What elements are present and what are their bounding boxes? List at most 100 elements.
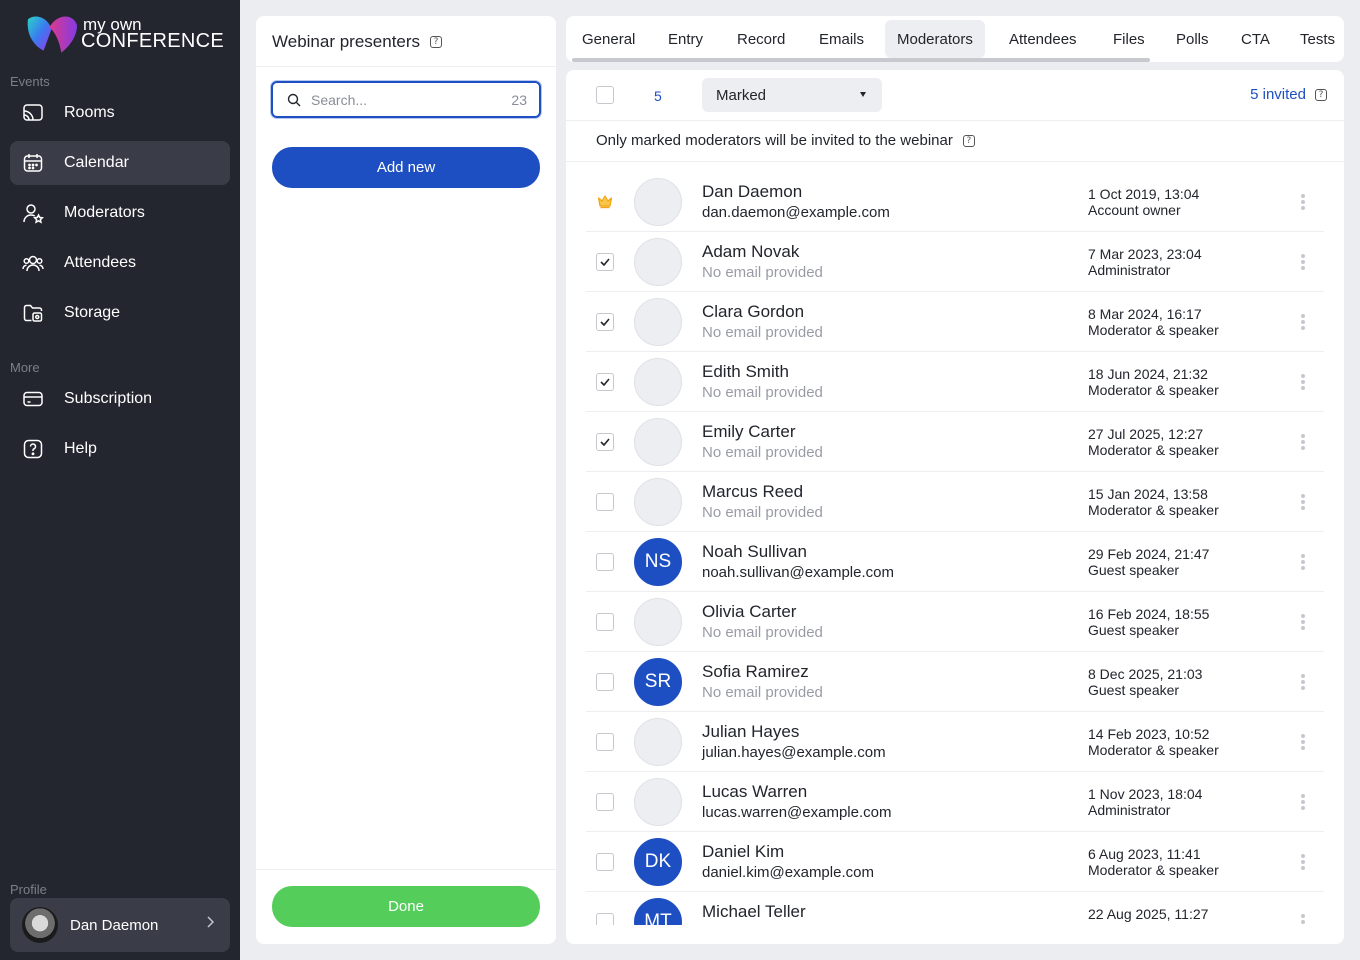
- divider: [256, 869, 556, 870]
- moderator-row[interactable]: Marcus Reed No email provided 15 Jan 2024,…: [586, 472, 1324, 532]
- done-button[interactable]: Done: [272, 886, 540, 927]
- tab-polls[interactable]: Polls: [1164, 20, 1221, 58]
- moderator-email: noah.sullivan@example.com: [702, 564, 894, 581]
- select-all-checkbox[interactable]: [596, 86, 614, 104]
- search-input[interactable]: Search... 23: [271, 81, 541, 118]
- avatar: [634, 598, 682, 646]
- app-logo[interactable]: my own CONFERENCE: [24, 10, 224, 56]
- row-checkbox[interactable]: [596, 913, 614, 925]
- row-checkbox[interactable]: [596, 373, 614, 391]
- avatar: [634, 298, 682, 346]
- check-icon: [600, 378, 610, 386]
- sidebar-item-help[interactable]: Help: [10, 427, 230, 471]
- sidebar-item-moderators[interactable]: Moderators: [10, 191, 230, 235]
- more-options-icon[interactable]: [1296, 192, 1310, 212]
- moderator-date: 6 Aug 2023, 11:41: [1088, 846, 1201, 862]
- moderator-email: No email provided: [702, 444, 823, 461]
- more-options-icon[interactable]: [1296, 672, 1310, 692]
- search-icon: [287, 93, 301, 106]
- sidebar-item-rooms[interactable]: Rooms: [10, 91, 230, 135]
- logo-wordmark: my own CONFERENCE: [81, 16, 224, 51]
- moderator-list: Dan Daemon dan.daemon@example.com 1 Oct 20…: [586, 172, 1324, 925]
- more-options-icon[interactable]: [1296, 492, 1310, 512]
- check-icon: [600, 438, 610, 446]
- row-checkbox[interactable]: [596, 733, 614, 751]
- moderator-date: 8 Dec 2025, 21:03: [1088, 666, 1203, 682]
- logo-mark-icon: [27, 16, 78, 53]
- avatar: NS: [634, 538, 682, 586]
- row-checkbox[interactable]: [596, 433, 614, 451]
- moderator-name: Clara Gordon: [702, 302, 805, 321]
- moderator-row[interactable]: NS Noah Sullivan noah.sullivan@example.com…: [586, 532, 1324, 592]
- more-options-icon[interactable]: [1296, 732, 1310, 752]
- tab-files[interactable]: Files: [1101, 20, 1157, 58]
- tab-cta[interactable]: CTA: [1229, 20, 1282, 58]
- more-options-icon[interactable]: [1296, 432, 1310, 452]
- row-checkbox[interactable]: [596, 313, 614, 331]
- moderator-row[interactable]: MT Michael Teller 22 Aug 2025, 11:27: [586, 892, 1324, 925]
- sidebar-item-subscription[interactable]: Subscription: [10, 377, 230, 421]
- selected-count[interactable]: 5: [654, 88, 662, 104]
- help-icon[interactable]: ?: [1315, 89, 1327, 101]
- row-checkbox[interactable]: [596, 253, 614, 271]
- filter-dropdown[interactable]: Marked: [702, 78, 882, 112]
- moderator-row[interactable]: Emily Carter No email provided 27 Jul 2025…: [586, 412, 1324, 472]
- panel-title: Webinar presenters ?: [272, 32, 443, 52]
- more-options-icon[interactable]: [1296, 252, 1310, 272]
- more-options-icon[interactable]: [1296, 912, 1310, 925]
- more-options-icon[interactable]: [1296, 372, 1310, 392]
- more-options-icon[interactable]: [1296, 852, 1310, 872]
- more-options-icon[interactable]: [1296, 552, 1310, 572]
- moderator-row[interactable]: Julian Hayes julian.hayes@example.com 14 F…: [586, 712, 1324, 772]
- tab-tests[interactable]: Tests: [1288, 20, 1344, 58]
- profile-button[interactable]: Dan Daemon: [10, 898, 230, 952]
- avatar: [22, 907, 58, 943]
- moderator-role: Guest speaker: [1088, 682, 1180, 698]
- tab-moderators[interactable]: Moderators: [885, 20, 985, 58]
- row-checkbox[interactable]: [596, 553, 614, 571]
- tab-record[interactable]: Record: [725, 20, 797, 58]
- users-icon: [22, 252, 44, 274]
- moderator-row[interactable]: Clara Gordon No email provided 8 Mar 2024,…: [586, 292, 1324, 352]
- tab-attendees[interactable]: Attendees: [997, 20, 1089, 58]
- moderator-email: No email provided: [702, 624, 823, 641]
- moderator-email: No email provided: [702, 504, 823, 521]
- row-checkbox[interactable]: [596, 613, 614, 631]
- sidebar-item-attendees[interactable]: Attendees: [10, 241, 230, 285]
- more-options-icon[interactable]: [1296, 792, 1310, 812]
- moderator-row[interactable]: DK Daniel Kim daniel.kim@example.com 6 Aug …: [586, 832, 1324, 892]
- moderator-role: Guest speaker: [1088, 562, 1180, 578]
- moderator-row[interactable]: Lucas Warren lucas.warren@example.com 1 No…: [586, 772, 1324, 832]
- moderator-row[interactable]: Edith Smith No email provided 18 Jun 2024,…: [586, 352, 1324, 412]
- moderator-row[interactable]: Dan Daemon dan.daemon@example.com 1 Oct 20…: [586, 172, 1324, 232]
- add-new-button[interactable]: Add new: [272, 147, 540, 188]
- invited-count-link[interactable]: 5 invited: [1250, 86, 1306, 103]
- tab-entry[interactable]: Entry: [656, 20, 715, 58]
- moderator-row[interactable]: Adam Novak No email provided 7 Mar 2023, 2…: [586, 232, 1324, 292]
- moderator-name: Dan Daemon: [702, 182, 803, 201]
- row-checkbox[interactable]: [596, 853, 614, 871]
- moderator-role: Guest speaker: [1088, 622, 1180, 638]
- sidebar-item-calendar[interactable]: Calendar: [10, 141, 230, 185]
- section-label-more: More: [10, 360, 40, 375]
- moderator-role: Account owner: [1088, 202, 1181, 218]
- avatar: [634, 358, 682, 406]
- help-icon[interactable]: ?: [430, 36, 443, 48]
- moderator-row[interactable]: SR Sofia Ramirez No email provided 8 Dec 20…: [586, 652, 1324, 712]
- help-icon[interactable]: ?: [962, 134, 975, 147]
- tab-general[interactable]: General: [570, 20, 647, 58]
- divider: [256, 66, 556, 67]
- row-checkbox[interactable]: [596, 673, 614, 691]
- avatar: SR: [634, 658, 682, 706]
- moderators-panel: 5 Marked 5 invited ? Only marked moderat…: [566, 70, 1344, 944]
- row-checkbox[interactable]: [596, 493, 614, 511]
- sidebar-item-storage[interactable]: Storage: [10, 291, 230, 335]
- row-checkbox[interactable]: [596, 793, 614, 811]
- divider: [566, 161, 1344, 162]
- more-options-icon[interactable]: [1296, 612, 1310, 632]
- tabs-scrollbar[interactable]: [572, 58, 1150, 62]
- folder-icon: [22, 302, 44, 324]
- tab-emails[interactable]: Emails: [807, 20, 876, 58]
- moderator-row[interactable]: Olivia Carter No email provided 16 Feb 202…: [586, 592, 1324, 652]
- more-options-icon[interactable]: [1296, 312, 1310, 332]
